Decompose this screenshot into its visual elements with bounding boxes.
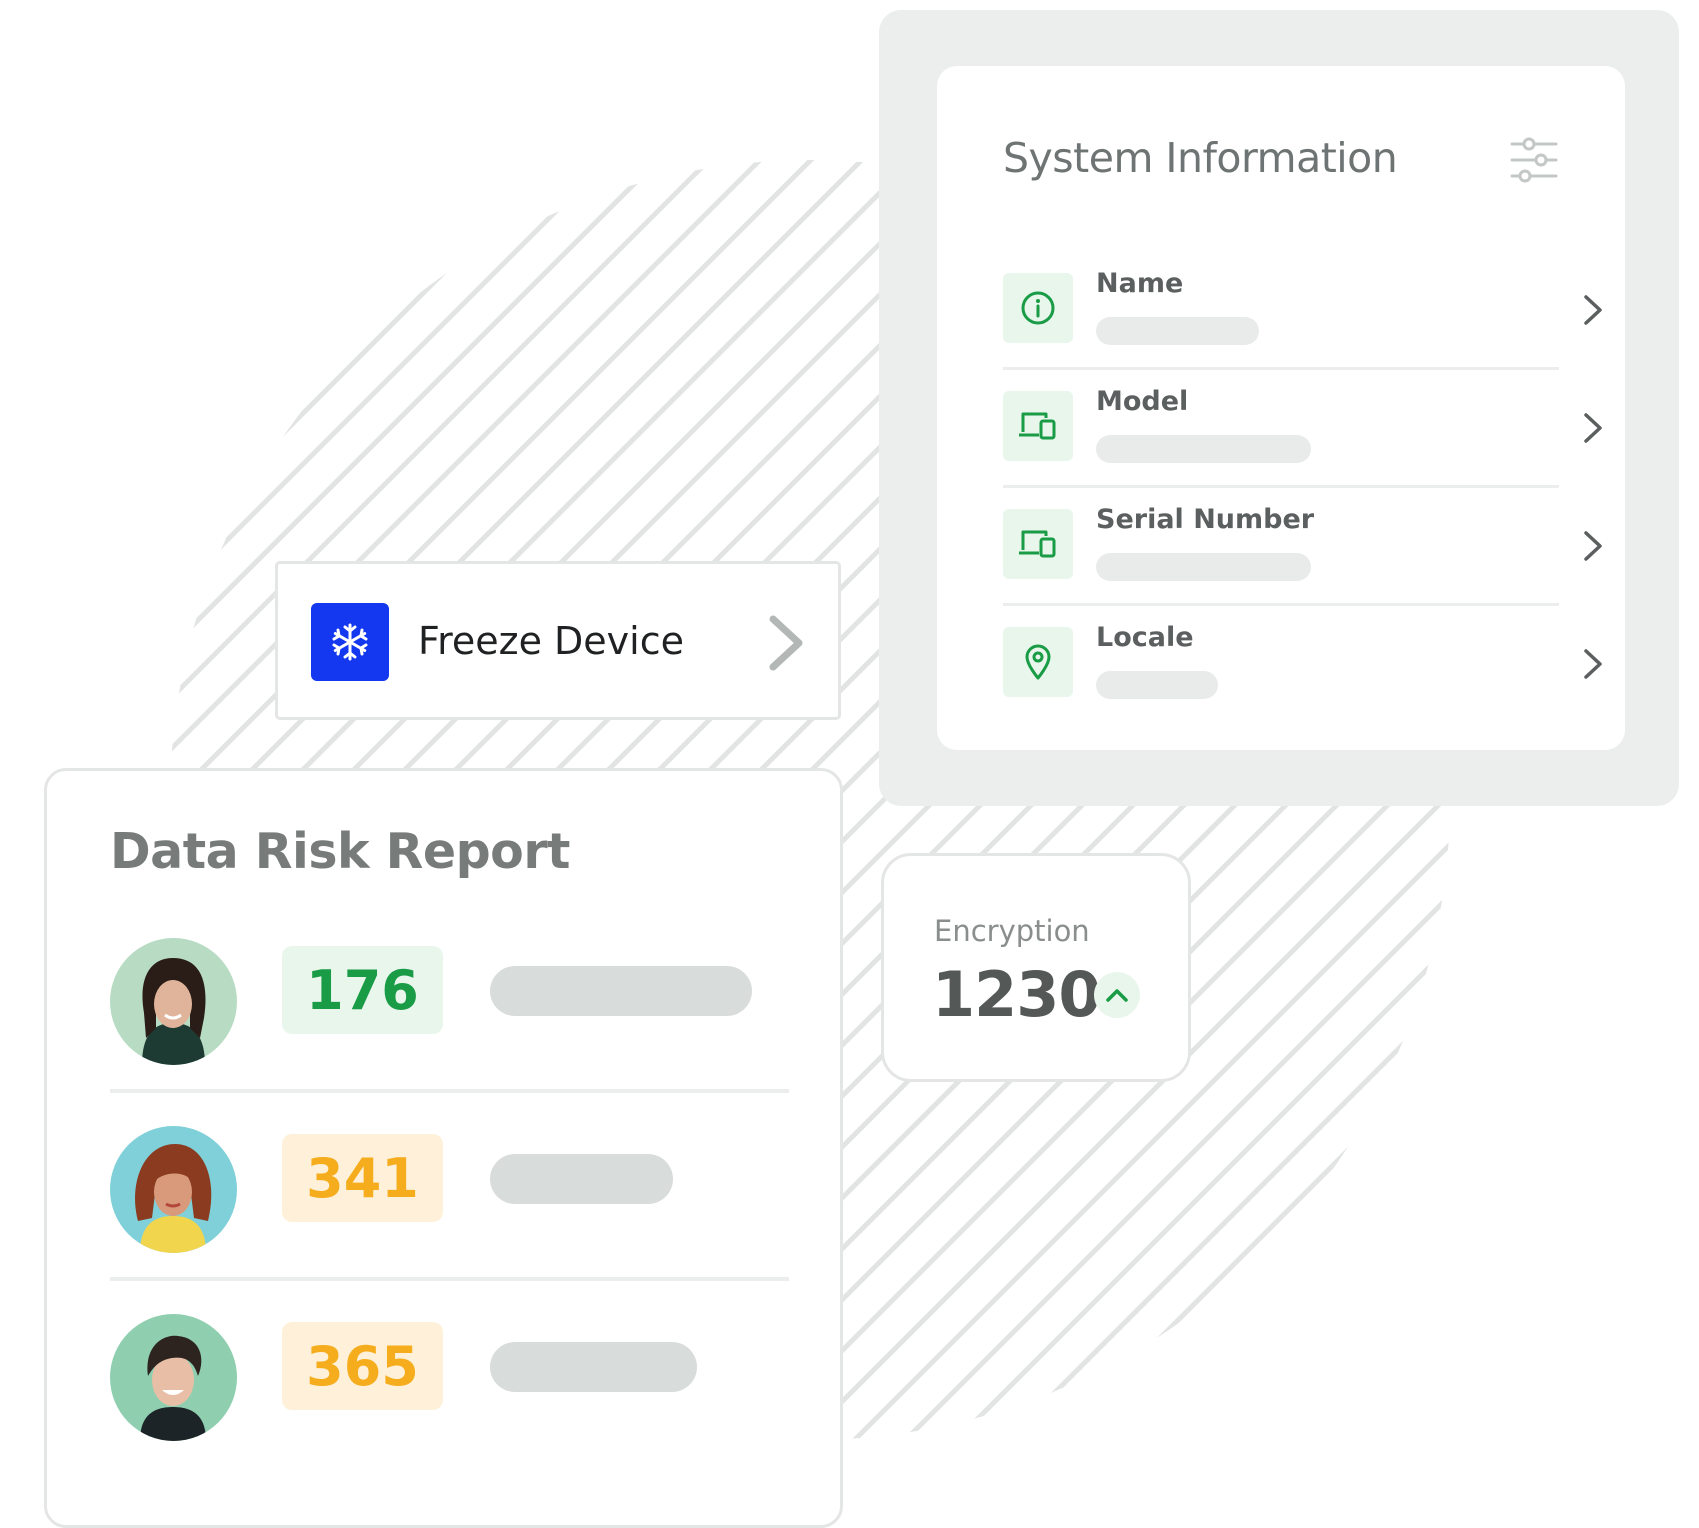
value-placeholder	[1096, 317, 1259, 345]
snowflake-icon	[311, 603, 389, 681]
chevron-right-icon	[769, 615, 803, 671]
encryption-value: 1230	[932, 958, 1102, 1031]
risk-row[interactable]: 341	[110, 1091, 789, 1281]
system-information-title: System Information	[1003, 134, 1398, 182]
sys-row-label: Name	[1096, 268, 1184, 299]
value-placeholder	[1096, 435, 1311, 463]
trend-up-icon	[1094, 972, 1140, 1018]
risk-bar-placeholder	[490, 1342, 697, 1392]
sys-row-label: Model	[1096, 386, 1189, 417]
avatar	[110, 938, 237, 1065]
devices-icon	[1003, 391, 1073, 461]
filter-settings-icon[interactable]	[1509, 136, 1559, 186]
chevron-right-icon[interactable]	[1581, 529, 1605, 563]
sys-row-label: Locale	[1096, 622, 1194, 653]
chevron-right-icon[interactable]	[1581, 411, 1605, 445]
data-risk-report-title: Data Risk Report	[110, 823, 570, 880]
sys-row-name[interactable]: Name	[1003, 252, 1602, 370]
encryption-card: Encryption 1230	[881, 853, 1191, 1082]
sys-row-locale[interactable]: Locale	[1003, 606, 1602, 724]
sys-row-label: Serial Number	[1096, 504, 1315, 535]
risk-bar-placeholder	[490, 966, 752, 1016]
risk-score-badge: 365	[282, 1322, 443, 1410]
sys-row-model[interactable]: Model	[1003, 370, 1602, 488]
system-information-card: System Information Name Model Serial Num…	[937, 66, 1625, 750]
risk-row[interactable]: 176	[110, 903, 789, 1093]
freeze-device-button[interactable]: Freeze Device	[275, 561, 841, 720]
info-icon	[1003, 273, 1073, 343]
location-pin-icon	[1003, 627, 1073, 697]
value-placeholder	[1096, 671, 1218, 699]
chevron-right-icon[interactable]	[1581, 293, 1605, 327]
value-placeholder	[1096, 553, 1311, 581]
chevron-right-icon[interactable]	[1581, 647, 1605, 681]
risk-bar-placeholder	[490, 1154, 673, 1204]
avatar	[110, 1126, 237, 1253]
devices-icon	[1003, 509, 1073, 579]
sys-row-serial-number[interactable]: Serial Number	[1003, 488, 1602, 606]
risk-score-badge: 341	[282, 1134, 443, 1222]
risk-score-badge: 176	[282, 946, 443, 1034]
encryption-label: Encryption	[934, 914, 1090, 948]
avatar	[110, 1314, 237, 1441]
data-risk-report-card: Data Risk Report 176 341 365	[44, 768, 843, 1528]
risk-row[interactable]: 365	[110, 1279, 789, 1465]
freeze-device-label: Freeze Device	[418, 619, 684, 663]
